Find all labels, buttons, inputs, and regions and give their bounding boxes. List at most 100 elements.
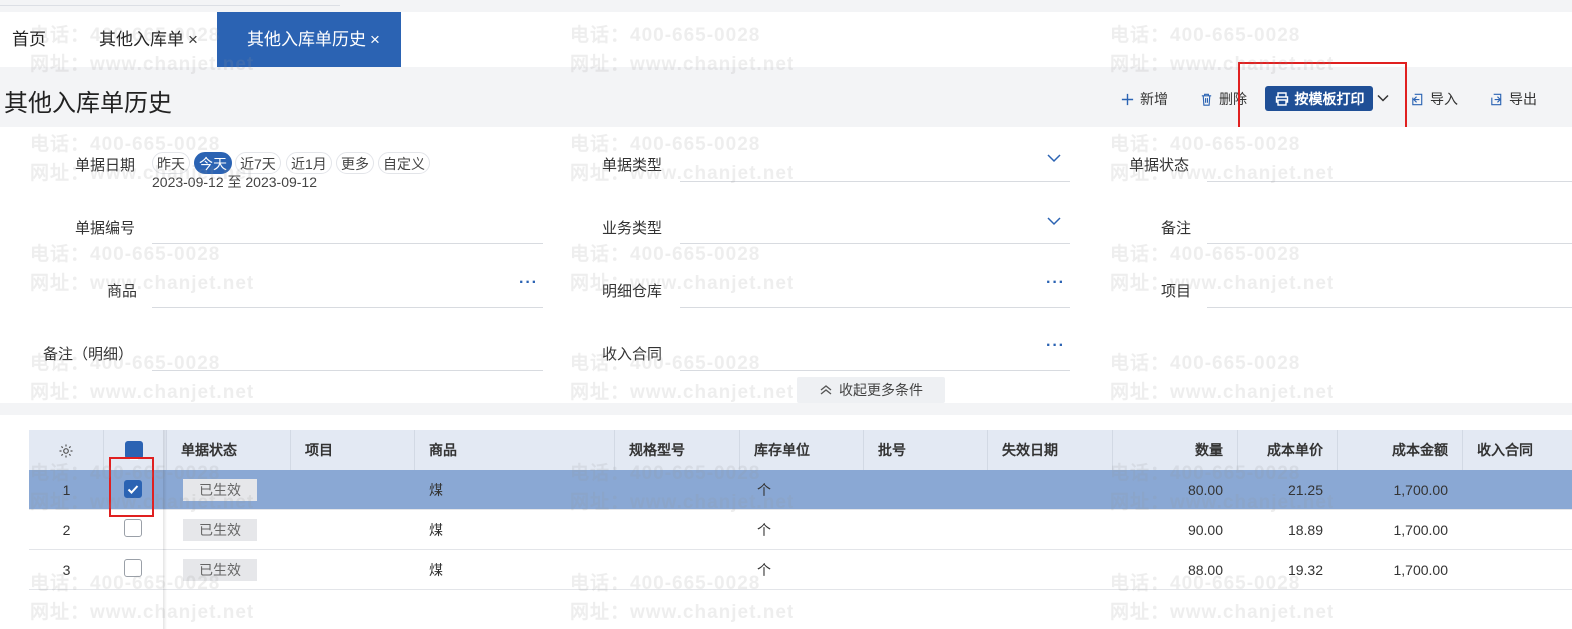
chip-7days[interactable]: 近7天 (235, 152, 281, 174)
tab-bar: 首页 其他入库单 × 其他入库单历史 × (0, 12, 1572, 67)
data-table: 单据状态 项目 商品 规格型号 库存单位 批号 失效日期 数量 成本单价 成本金… (0, 415, 1572, 629)
close-icon[interactable]: × (370, 30, 380, 49)
add-button[interactable]: 新增 (1120, 89, 1168, 109)
detail-warehouse-label: 明细仓库 (602, 283, 663, 300)
biz-type-label: 业务类型 (602, 220, 663, 237)
column-header-contract[interactable]: 收入合同 (1463, 430, 1572, 470)
remark-field[interactable] (1207, 243, 1572, 244)
export-icon (1491, 93, 1502, 105)
chip-yesterday[interactable]: 昨天 (152, 152, 190, 174)
export-label: 导出 (1509, 91, 1537, 107)
chevron-down-icon[interactable] (1046, 215, 1062, 227)
cost-amount-cell: 1,700.00 (1393, 482, 1449, 498)
collapse-label: 收起更多条件 (839, 382, 923, 398)
detail-remark-label: 备注（明细） (43, 346, 134, 363)
chip-custom[interactable]: 自定义 (378, 152, 430, 174)
filter-panel: 单据日期 昨天 今天 近7天 近1月 更多 自定义 2023-09-12 至 2… (0, 127, 1572, 403)
more-dots-icon[interactable]: ··· (519, 274, 538, 292)
row-index: 1 (62, 482, 71, 498)
chip-more[interactable]: 更多 (336, 152, 374, 174)
double-chevron-up-icon (820, 385, 832, 395)
product-label: 商品 (107, 283, 138, 300)
plus-icon (1121, 93, 1134, 105)
unit-cost-cell: 21.25 (1287, 482, 1323, 498)
column-header-expiry[interactable]: 失效日期 (988, 430, 1113, 470)
status-badge: 已生效 (183, 479, 257, 501)
column-header-product[interactable]: 商品 (415, 430, 615, 470)
more-dots-icon[interactable]: ··· (1046, 337, 1065, 355)
import-icon (1412, 93, 1423, 105)
add-label: 新增 (1140, 91, 1168, 107)
product-cell: 煤 (429, 522, 443, 538)
close-icon[interactable]: × (188, 30, 198, 49)
import-label: 导入 (1430, 91, 1458, 107)
status-badge: 已生效 (183, 559, 257, 581)
export-button[interactable]: 导出 (1489, 89, 1537, 109)
frozen-column-shadow (163, 430, 167, 629)
tab-other-inbound[interactable]: 其他入库单 × (99, 12, 198, 67)
chip-1month[interactable]: 近1月 (286, 152, 332, 174)
product-cell: 煤 (429, 482, 443, 498)
unit-cost-cell: 19.32 (1287, 562, 1323, 578)
table-row[interactable]: 1 已生效 煤 个 80.00 21.25 1,700.00 (29, 470, 1572, 510)
doc-status-label: 单据状态 (1129, 157, 1190, 174)
highlight-box (109, 457, 154, 517)
income-contract-field[interactable] (680, 370, 1070, 371)
project-label: 项目 (1161, 283, 1192, 300)
cost-amount-cell: 1,700.00 (1393, 562, 1449, 578)
column-header-unit-cost[interactable]: 成本单价 (1238, 430, 1338, 470)
detail-remark-field[interactable] (152, 370, 543, 371)
detail-warehouse-field[interactable] (680, 307, 1070, 308)
column-header-project[interactable]: 项目 (291, 430, 415, 470)
doc-type-select[interactable] (680, 181, 1070, 182)
unit-cell: 个 (757, 482, 771, 498)
trash-icon (1201, 93, 1212, 106)
product-field[interactable] (152, 307, 543, 308)
date-range[interactable]: 2023-09-12 至 2023-09-12 (152, 172, 317, 192)
row-checkbox[interactable] (124, 559, 142, 577)
doc-number-field[interactable] (152, 243, 543, 244)
table-header: 单据状态 项目 商品 规格型号 库存单位 批号 失效日期 数量 成本单价 成本金… (29, 430, 1572, 470)
column-header-batch[interactable]: 批号 (864, 430, 988, 470)
top-strip (0, 0, 1572, 12)
column-settings-cell[interactable] (29, 430, 104, 470)
table-row[interactable]: 3 已生效 煤 个 88.00 19.32 1,700.00 (29, 550, 1572, 590)
tab-home-label: 首页 (12, 30, 46, 49)
collapse-conditions-button[interactable]: 收起更多条件 (797, 377, 945, 403)
unit-cell: 个 (757, 522, 771, 538)
column-header-status[interactable]: 单据状态 (167, 430, 291, 470)
tab-history-label: 其他入库单历史 (247, 30, 366, 49)
qty-cell: 80.00 (1187, 482, 1223, 498)
project-field[interactable] (1207, 307, 1572, 308)
column-header-qty[interactable]: 数量 (1113, 430, 1238, 470)
column-header-spec[interactable]: 规格型号 (615, 430, 740, 470)
income-contract-label: 收入合同 (602, 346, 663, 363)
row-index: 3 (62, 562, 71, 578)
tab-home[interactable]: 首页 (12, 12, 46, 67)
unit-cell: 个 (757, 562, 771, 578)
chip-today[interactable]: 今天 (194, 152, 232, 174)
unit-cost-cell: 18.89 (1287, 522, 1323, 538)
doc-status-select[interactable] (1207, 181, 1572, 182)
qty-cell: 90.00 (1187, 522, 1223, 538)
doc-number-label: 单据编号 (75, 220, 136, 237)
biz-type-select[interactable] (680, 243, 1070, 244)
column-header-unit[interactable]: 库存单位 (740, 430, 864, 470)
chevron-down-icon[interactable] (1046, 152, 1062, 164)
tab-other-inbound-label: 其他入库单 (99, 30, 184, 49)
panel-gap (0, 403, 1572, 415)
product-cell: 煤 (429, 562, 443, 578)
gear-icon[interactable] (58, 443, 74, 459)
doc-date-label: 单据日期 (75, 157, 136, 174)
row-index: 2 (62, 522, 71, 538)
more-dots-icon[interactable]: ··· (1046, 274, 1065, 292)
row-checkbox[interactable] (124, 519, 142, 537)
table-row[interactable]: 2 已生效 煤 个 90.00 18.89 1,700.00 (29, 510, 1572, 550)
status-badge: 已生效 (183, 519, 257, 541)
column-header-cost-amount[interactable]: 成本金额 (1338, 430, 1463, 470)
tab-history[interactable]: 其他入库单历史 × (217, 12, 401, 67)
top-divider (0, 5, 340, 6)
doc-type-label: 单据类型 (602, 157, 663, 174)
qty-cell: 88.00 (1187, 562, 1223, 578)
import-button[interactable]: 导入 (1410, 89, 1458, 109)
